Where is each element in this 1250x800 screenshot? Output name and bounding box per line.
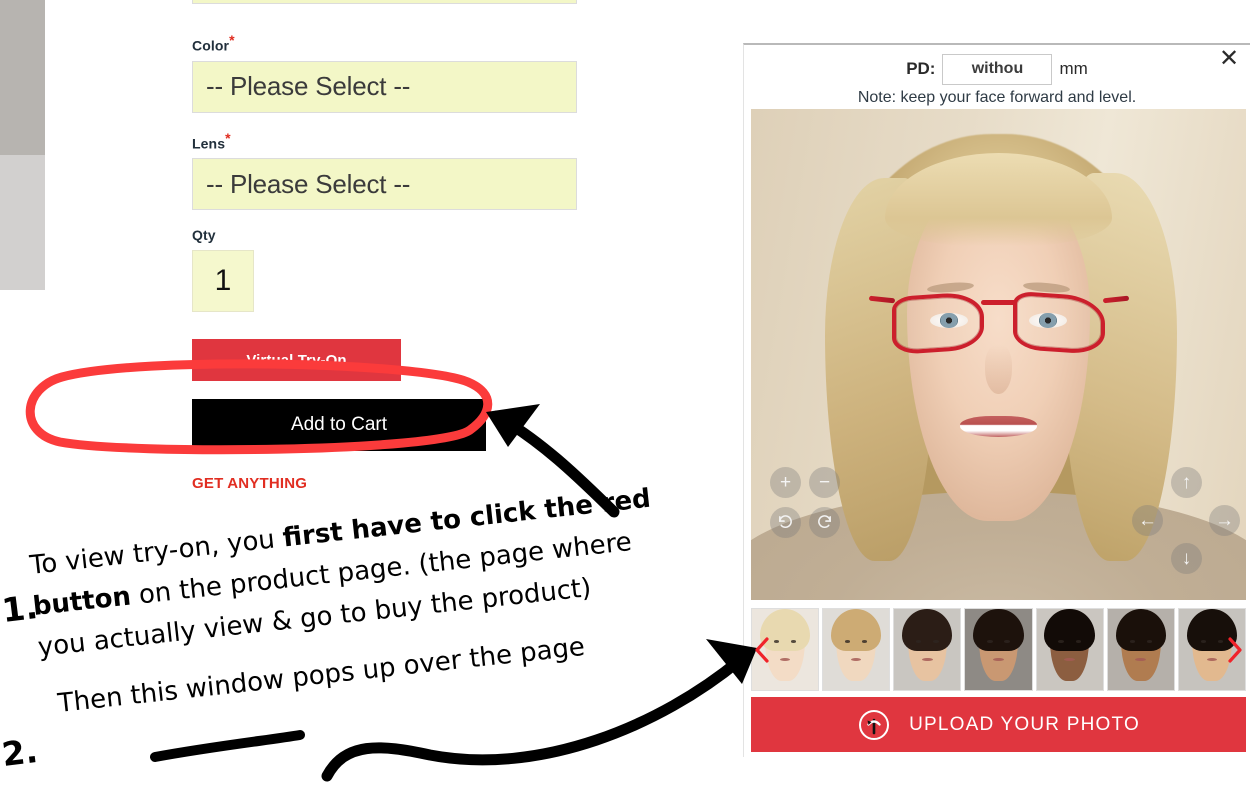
underline-stroke (150, 730, 305, 762)
thumb-eye-right (1004, 639, 1010, 643)
qty-value: 1 (214, 264, 232, 298)
field-lens: Lens* -- Please Select -- (192, 130, 582, 211)
left-gray-block-lower (0, 155, 45, 290)
annotation-line-2a: button (31, 581, 133, 622)
thumb-eye-left (844, 639, 851, 643)
arrow-down-icon: ↓ (1181, 548, 1192, 569)
partial-select-above[interactable] (192, 0, 577, 4)
virtual-try-on-label: Virtual Try-On (246, 351, 347, 369)
zoom-out-icon: − (818, 472, 831, 493)
virtual-try-on-modal: PD: mm Note: keep your face forward and … (743, 43, 1250, 757)
thumb-mouth (1206, 657, 1218, 661)
add-to-cart-button[interactable]: Add to Cart (192, 399, 486, 452)
thumb-eye-right (791, 639, 797, 643)
pd-row: PD: mm (744, 53, 1250, 85)
zoom-out-button[interactable]: − (809, 467, 840, 498)
label-color-text: Color (192, 37, 230, 54)
photo-preview[interactable]: + − ↑ ← → ↓ (751, 109, 1246, 600)
select-lens-value: -- Please Select -- (206, 168, 411, 199)
field-qty: Qty 1 (192, 227, 582, 313)
zoom-in-icon: + (779, 472, 792, 493)
thumb-eye-right (862, 639, 868, 643)
required-asterisk-color: * (229, 32, 235, 48)
move-right-button[interactable]: → (1209, 505, 1240, 536)
label-color: Color* (192, 32, 582, 54)
virtual-try-on-button[interactable]: Virtual Try-On (192, 339, 401, 382)
upload-icon (859, 709, 890, 740)
zoom-in-button[interactable]: + (770, 467, 801, 498)
rotate-cw-button[interactable] (809, 507, 840, 538)
thumbnail-model-6[interactable] (1106, 608, 1175, 691)
thumbnail-model-3[interactable] (893, 608, 962, 691)
glasses-lens-right (1013, 290, 1105, 356)
close-icon[interactable]: ✕ (1216, 47, 1242, 73)
move-up-button[interactable]: ↑ (1171, 467, 1202, 498)
arrow-up-icon: ↑ (1181, 472, 1192, 493)
model-thumbnail-strip (751, 608, 1246, 691)
screenshot-root: Color* -- Please Select -- Lens* -- Plea… (0, 0, 1250, 800)
product-options-form: Color* -- Please Select -- Lens* -- Plea… (192, 0, 582, 492)
thumb-eye-left (1129, 639, 1135, 643)
rotate-clockwise-icon (818, 515, 831, 528)
select-color[interactable]: -- Please Select -- (192, 60, 577, 113)
qty-input[interactable]: 1 (192, 250, 254, 313)
pd-label: PD: (906, 59, 936, 78)
modal-header: PD: mm Note: keep your face forward and … (744, 45, 1250, 109)
thumb-eye-left (1200, 639, 1206, 643)
thumb-eye-left (916, 639, 922, 643)
thumbnail-model-4[interactable] (964, 608, 1033, 691)
upload-your-photo-button[interactable]: UPLOAD YOUR PHOTO (751, 697, 1246, 752)
label-lens: Lens* (192, 130, 582, 152)
label-qty: Qty (192, 227, 216, 244)
next-thumbnails-button[interactable] (1228, 636, 1243, 663)
select-lens[interactable]: -- Please Select -- (192, 158, 577, 211)
glasses-overlay (868, 288, 1129, 359)
thumb-mouth (993, 657, 1004, 661)
thumb-eye-right (1217, 639, 1224, 643)
thumb-eye-left (987, 639, 993, 643)
move-down-button[interactable]: ↓ (1171, 543, 1202, 574)
add-to-cart-label: Add to Cart (290, 414, 388, 436)
rotate-counterclockwise-icon (779, 515, 792, 528)
annotation-step-2-number: 2. (0, 730, 40, 775)
thumb-hair (973, 609, 1024, 652)
thumb-eye-left (1058, 639, 1064, 643)
thumb-mouth (850, 657, 862, 661)
thumb-eye-right (1075, 639, 1081, 643)
thumb-mouth (779, 657, 791, 661)
pd-input[interactable] (942, 53, 1053, 85)
rotate-ccw-button[interactable] (770, 507, 801, 538)
thumb-eye-right (1146, 639, 1153, 643)
move-left-button[interactable]: ← (1132, 505, 1163, 536)
thumb-mouth (922, 657, 933, 661)
arrow-left-icon: ← (1138, 510, 1157, 531)
thumb-eye-left (773, 639, 780, 643)
glasses-bridge (981, 299, 1016, 305)
arrow-right-icon: → (1215, 510, 1234, 531)
modal-note: Note: keep your face forward and level. (857, 89, 1137, 106)
upload-your-photo-label: UPLOAD YOUR PHOTO (909, 713, 1140, 735)
thumbnail-model-1[interactable] (751, 608, 820, 691)
glasses-lens-left (892, 290, 984, 356)
thumbnail-model-7[interactable] (1177, 608, 1246, 691)
thumbnail-model-5[interactable] (1035, 608, 1104, 691)
left-gray-block-upper (0, 0, 45, 155)
required-asterisk-lens: * (225, 129, 231, 146)
pd-unit: mm (1059, 59, 1088, 78)
thumb-mouth (1135, 657, 1147, 661)
prev-thumbnails-button[interactable] (754, 636, 769, 663)
select-color-value: -- Please Select -- (206, 71, 411, 102)
promo-text: GET ANYTHING (192, 475, 308, 493)
thumbnail-model-2[interactable] (822, 608, 891, 691)
thumb-mouth (1064, 657, 1075, 661)
field-color: Color* -- Please Select -- (192, 32, 582, 113)
label-lens-text: Lens (192, 135, 226, 152)
thumb-eye-right (933, 639, 939, 643)
